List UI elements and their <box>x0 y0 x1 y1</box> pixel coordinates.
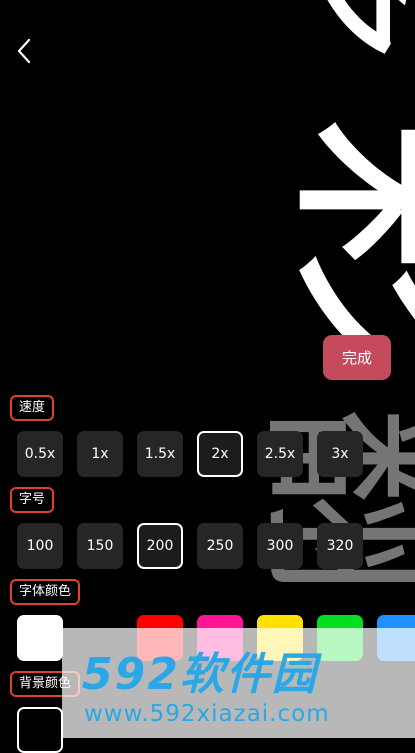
watermark-url: www.592xiazai.com <box>84 701 330 727</box>
done-button[interactable]: 完成 <box>323 335 391 380</box>
speed-option-1x[interactable]: 1x <box>77 431 123 477</box>
speed-option-2.5x[interactable]: 2.5x <box>257 431 303 477</box>
font-color-label: 字体颜色 <box>10 579 81 605</box>
speed-option-2x[interactable]: 2x <box>197 431 243 477</box>
font-color-swatch-white[interactable] <box>17 615 63 661</box>
font-size-option-250[interactable]: 250 <box>197 523 243 569</box>
chevron-left-icon <box>17 38 31 64</box>
font-size-option-150[interactable]: 150 <box>77 523 123 569</box>
font-size-option-300[interactable]: 300 <box>257 523 303 569</box>
speed-option-3x[interactable]: 3x <box>317 431 363 477</box>
font-size-option-100[interactable]: 100 <box>17 523 63 569</box>
watermark-title: 592软件园 <box>82 649 318 700</box>
bg-color-swatch-black[interactable] <box>17 707 63 753</box>
speed-option-0.5x[interactable]: 0.5x <box>17 431 63 477</box>
speed-option-1.5x[interactable]: 1.5x <box>137 431 183 477</box>
font-size-label: 字号 <box>10 487 55 513</box>
speed-label: 速度 <box>10 395 55 421</box>
font-size-option-320[interactable]: 320 <box>317 523 363 569</box>
font-size-option-200[interactable]: 200 <box>137 523 183 569</box>
watermark-banner: 592软件园 www.592xiazai.com <box>62 628 415 738</box>
preview-char-0: 多 <box>262 0 415 65</box>
back-button[interactable] <box>12 36 36 66</box>
